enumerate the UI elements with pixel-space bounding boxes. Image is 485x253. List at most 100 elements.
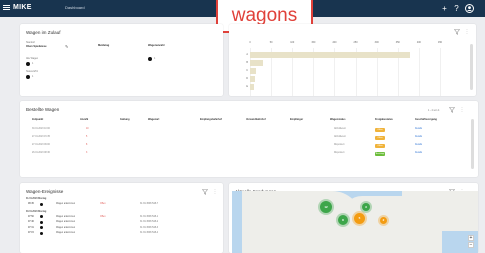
group-date: 31.01.2023 Montag xyxy=(26,198,47,200)
more-icon[interactable]: ⋮ xyxy=(459,107,465,113)
details-link[interactable]: Details xyxy=(415,128,422,131)
map-cluster-marker[interactable]: 12 xyxy=(320,201,332,213)
gridline xyxy=(418,48,420,96)
cell-wagenstatus: Abholbereit xyxy=(334,136,346,138)
wagon-icon xyxy=(26,62,30,66)
zoom-in-button[interactable]: + xyxy=(468,235,474,241)
event-time: 07:46 xyxy=(28,221,34,223)
event-time: 07:50 xyxy=(28,215,34,218)
column-header-meldetag: Meldetag xyxy=(98,44,110,47)
details-link[interactable]: Details xyxy=(415,144,422,147)
menu-icon xyxy=(3,5,10,11)
map-cluster-marker[interactable]: 5 xyxy=(354,213,365,224)
panel-bestellte-wagen: Bestellte Wagen 1 - 4 von 4 ⋮ xyxy=(20,101,478,177)
event-name: Wagen ankommen xyxy=(56,232,76,234)
category-label: E xyxy=(246,85,248,88)
more-icon[interactable]: ⋮ xyxy=(212,189,218,195)
event-time: 08:45 xyxy=(28,203,34,205)
wagon-number: 31 81 4596 548-1 xyxy=(140,215,159,218)
map-cluster-marker[interactable]: 2 xyxy=(380,217,387,224)
cell-zeitpunkt: 27.01.2023 09:00 xyxy=(32,144,50,146)
column-header: Freigabestatus xyxy=(375,118,393,121)
plus-icon[interactable]: + xyxy=(440,4,449,13)
category-label: D xyxy=(246,77,248,80)
category-label: A xyxy=(246,53,248,56)
wagon-number: 31 81 4596 548-7 xyxy=(140,203,159,205)
column-header: Geschäftsvorgang xyxy=(415,118,437,121)
x-tick-label: 200 xyxy=(332,41,337,44)
x-tick-label: 250 xyxy=(353,41,358,44)
x-tick-label: 400 xyxy=(416,41,421,44)
cell-wagenstatus: Disponiert xyxy=(334,144,345,146)
user-icon[interactable] xyxy=(465,4,474,13)
wagon-icon xyxy=(148,57,152,61)
bar xyxy=(250,76,256,82)
cell-anzahl: 3 xyxy=(86,152,88,154)
event-name: Wagen ankommen xyxy=(56,203,76,205)
column-header: Anzahl xyxy=(80,118,89,121)
panel-scrollbar[interactable] xyxy=(470,44,473,90)
meta-value-standort: Oben Spielwiese xyxy=(26,45,47,48)
brand-logo[interactable]: MIKE xyxy=(3,3,57,13)
map-cluster-marker[interactable]: 8 xyxy=(338,215,348,225)
status-badge: Bestätigt xyxy=(375,151,385,156)
filter-icon[interactable] xyxy=(449,107,455,113)
nav-tab-dashboard[interactable]: Dashboard xyxy=(65,3,105,13)
x-tick-label: 100 xyxy=(290,41,295,44)
zoom-out-button[interactable]: − xyxy=(468,242,474,248)
meta-label-alle-wagen: Alle Wagen xyxy=(26,57,39,60)
panel-scrollbar[interactable] xyxy=(471,119,474,169)
details-link[interactable]: Details xyxy=(415,152,422,155)
wagon-icon xyxy=(40,231,43,235)
x-tick-label: 450 xyxy=(438,41,442,44)
wagenanzahl-value: 1 xyxy=(154,57,156,60)
column-header: Empfangsbahnhof xyxy=(200,118,222,121)
event-time: 07:31 xyxy=(28,226,34,229)
gridline xyxy=(440,48,441,96)
column-header: Versandbahnhof xyxy=(246,118,266,121)
cell-wagenstatus: Disponiert xyxy=(334,152,345,154)
filter-icon[interactable] xyxy=(202,189,208,195)
cell-anzahl: 5 xyxy=(86,136,88,138)
status-badge: Offen xyxy=(375,127,385,132)
wagon-icon xyxy=(26,75,30,79)
meta-value-alle-wagen: 1 xyxy=(32,62,34,65)
column-header: Empfänger xyxy=(290,118,304,121)
category-label: B xyxy=(246,61,248,64)
bar xyxy=(250,52,411,58)
column-header: Gattung xyxy=(120,118,130,121)
cell-zeitpunkt: 26.01.2023 08:30 xyxy=(32,152,50,154)
wagon-number: 31 81 4596 548-4 xyxy=(140,232,159,234)
event-badge: Offen xyxy=(100,215,106,218)
x-tick-label: 0 xyxy=(249,41,251,44)
event-name: Wagen ankommen xyxy=(56,226,76,229)
shipment-map[interactable]: 12 8 5 3 2 + − xyxy=(232,191,478,253)
map-cluster-marker[interactable]: 3 xyxy=(362,203,370,211)
more-icon[interactable]: ⋮ xyxy=(464,29,470,35)
filter-icon[interactable] xyxy=(454,29,460,35)
panel-wagen-chart: ⋮ xyxy=(229,24,476,96)
x-tick-label: 350 xyxy=(395,41,400,44)
wagon-number: 31 81 4596 548-3 xyxy=(140,226,159,229)
edit-icon[interactable]: ✎ xyxy=(65,44,68,49)
column-header: Zeitpunkt xyxy=(32,118,44,121)
category-label: C xyxy=(246,69,248,72)
wagon-icon xyxy=(40,202,43,206)
wagon-icon xyxy=(40,220,43,224)
event-time: 07:15 xyxy=(28,232,34,234)
event-badge: Offen xyxy=(100,203,106,205)
event-name: Wagen ankommen xyxy=(56,215,76,218)
meta-value-status-eta: 1 xyxy=(32,75,34,78)
wagon-icon xyxy=(40,215,43,218)
cell-zeitpunkt: 30.01.2023 10:00 xyxy=(32,128,50,130)
event-name: Wagen ankommen xyxy=(56,221,76,223)
help-icon[interactable]: ? xyxy=(452,4,461,13)
details-link[interactable]: Details xyxy=(415,136,422,139)
wagon-number: 31 81 4596 548-2 xyxy=(140,221,159,223)
map-land xyxy=(372,231,412,253)
panel-title: Bestellte Wagen xyxy=(26,107,60,112)
meta-label-status-eta: Status ETA xyxy=(26,70,38,73)
meta-label-standort: Standort xyxy=(26,41,36,44)
cell-anzahl: 10 xyxy=(86,128,89,130)
brand-name: MIKE xyxy=(13,4,32,11)
